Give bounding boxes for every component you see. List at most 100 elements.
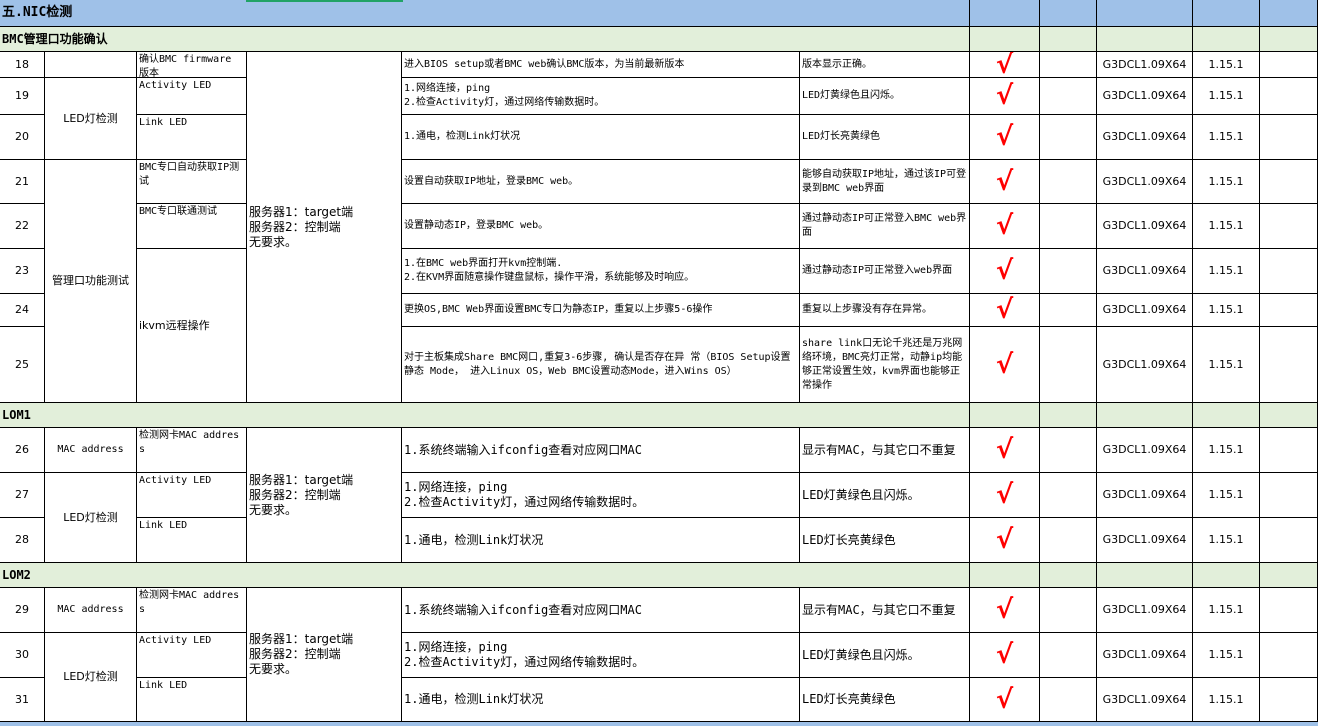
subsection-bmc-empty-col-8[interactable] [1097,27,1193,52]
bmc-row-25-firmware[interactable]: G3DCL1.09X64 [1097,327,1193,403]
lom1-row-28-item[interactable]: Link LED [137,518,247,563]
bmc-row-21-blank2[interactable] [1260,160,1318,204]
lom2-row-29-item[interactable]: 检测网卡MAC address [137,588,247,633]
bmc-row-23-firmware[interactable]: G3DCL1.09X64 [1097,249,1193,294]
lom1-group-mac[interactable]: MAC address [45,428,137,473]
bmc-row-19-version[interactable]: 1.15.1 [1193,78,1260,115]
lom1-row-28-result-pass[interactable]: √ [970,518,1040,563]
lom2-row-30-blank[interactable] [1040,633,1097,678]
bmc-row-20-steps[interactable]: 1.通电，检测Link灯状况 [402,115,800,160]
lom1-row-26-result-pass[interactable]: √ [970,428,1040,473]
bmc-row-22-steps[interactable]: 设置静动态IP，登录BMC web。 [402,204,800,249]
subsection-lom1-empty-col-8[interactable] [1097,403,1193,428]
subsection-bmc-empty-col-7[interactable] [1040,27,1097,52]
bmc-row-18-steps[interactable]: 进入BIOS setup或者BMC web确认BMC版本，为当前最新版本 [402,52,800,78]
bmc-row-20-result-pass[interactable]: √ [970,115,1040,160]
lom1-row-27-firmware[interactable]: G3DCL1.09X64 [1097,473,1193,518]
lom1-group-env[interactable]: 服务器1：target端 服务器2：控制端 无要求。 [247,428,402,563]
subsection-bmc-empty-col-6[interactable] [970,27,1040,52]
bmc-group-led[interactable]: LED灯检测 [45,78,137,160]
lom1-row-28-blank[interactable] [1040,518,1097,563]
bmc-row-24-blank[interactable] [1040,294,1097,327]
lom2-row-30-firmware[interactable]: G3DCL1.09X64 [1097,633,1193,678]
lom1-row-26-version[interactable]: 1.15.1 [1193,428,1260,473]
subsection-lom2-empty-col-6[interactable] [970,563,1040,588]
bmc-row-18-version[interactable]: 1.15.1 [1193,52,1260,78]
lom1-row-26-item[interactable]: 检测网卡MAC address [137,428,247,473]
lom1-row-26-blank2[interactable] [1260,428,1318,473]
bmc-row-22-expected[interactable]: 通过静动态IP可正常登入BMC web界面 [800,204,970,249]
bmc-row-21-no[interactable]: 21 [0,160,45,204]
lom2-group-mac[interactable]: MAC address [45,588,137,633]
bmc-row-19-blank2[interactable] [1260,78,1318,115]
bmc-row-23-steps[interactable]: 1.在BMC web界面打开kvm控制端. 2.在KVM界面随意操作键盘鼠标，操… [402,249,800,294]
subsection-lom1-empty-col-7[interactable] [1040,403,1097,428]
lom1-row-26-steps[interactable]: 1.系统终端输入ifconfig查看对应网口MAC [402,428,800,473]
lom1-row-26-no[interactable]: 26 [0,428,45,473]
subsection-lom2[interactable]: LOM2 [0,563,970,588]
section-header-empty-col-6[interactable] [970,0,1040,27]
lom1-row-28-blank2[interactable] [1260,518,1318,563]
bmc-row-20-blank[interactable] [1040,115,1097,160]
lom2-row-29-result-pass[interactable]: √ [970,588,1040,633]
bmc-row-18-no[interactable]: 18 [0,52,45,78]
lom2-row-30-version[interactable]: 1.15.1 [1193,633,1260,678]
bmc-row-18-expected[interactable]: 版本显示正确。 [800,52,970,78]
lom1-row-27-blank2[interactable] [1260,473,1318,518]
bmc-row-18-item[interactable]: 确认BMC firmware 版本 [137,52,247,78]
bmc-row-24-version[interactable]: 1.15.1 [1193,294,1260,327]
lom1-row-27-steps[interactable]: 1.网络连接，ping 2.检查Activity灯，通过网络传输数据时。 [402,473,800,518]
subsection-lom1-empty-col-10[interactable] [1260,403,1318,428]
lom2-row-31-no[interactable]: 31 [0,678,45,722]
bmc-row-21-result-pass[interactable]: √ [970,160,1040,204]
bmc-row-25-expected[interactable]: share link口无论千兆还是万兆网络环境，BMC亮灯正常，动静ip均能够正… [800,327,970,403]
bmc-row-18-blank2[interactable] [1260,52,1318,78]
bmc-row-22-version[interactable]: 1.15.1 [1193,204,1260,249]
lom2-row-29-blank[interactable] [1040,588,1097,633]
bmc-row-21-steps[interactable]: 设置自动获取IP地址，登录BMC web。 [402,160,800,204]
bmc-row-21-item[interactable]: BMC专口自动获取IP测试 [137,160,247,204]
subsection-lom2-empty-col-10[interactable] [1260,563,1318,588]
subsection-lom2-empty-col-7[interactable] [1040,563,1097,588]
lom2-row-30-steps[interactable]: 1.网络连接，ping 2.检查Activity灯，通过网络传输数据时。 [402,633,800,678]
bmc-row-21-version[interactable]: 1.15.1 [1193,160,1260,204]
bmc-group-ikvm[interactable]: ikvm远程操作 [137,249,247,403]
bmc-row-19-no[interactable]: 19 [0,78,45,115]
bmc-row-22-item[interactable]: BMC专口联通测试 [137,204,247,249]
bmc-row-23-expected[interactable]: 通过静动态IP可正常登入web界面 [800,249,970,294]
bmc-row-23-version[interactable]: 1.15.1 [1193,249,1260,294]
bmc-row-23-no[interactable]: 23 [0,249,45,294]
lom1-row-27-no[interactable]: 27 [0,473,45,518]
bmc-row-24-steps[interactable]: 更换OS,BMC Web界面设置BMC专口为静态IP，重复以上步骤5-6操作 [402,294,800,327]
bmc-row-25-result-pass[interactable]: √ [970,327,1040,403]
bmc-row-23-blank2[interactable] [1260,249,1318,294]
bmc-row-22-no[interactable]: 22 [0,204,45,249]
bmc-row-18-firmware[interactable]: G3DCL1.09X64 [1097,52,1193,78]
bmc-row-18-blank[interactable] [1040,52,1097,78]
lom1-row-27-expected[interactable]: LED灯黄绿色且闪烁。 [800,473,970,518]
lom2-row-29-no[interactable]: 29 [0,588,45,633]
bmc-row-20-firmware[interactable]: G3DCL1.09X64 [1097,115,1193,160]
lom2-row-29-blank2[interactable] [1260,588,1318,633]
lom2-group-led[interactable]: LED灯检测 [45,633,137,722]
lom1-row-27-item[interactable]: Activity LED [137,473,247,518]
section-header-empty-col-7[interactable] [1040,0,1097,27]
lom2-row-29-firmware[interactable]: G3DCL1.09X64 [1097,588,1193,633]
bmc-row-22-result-pass[interactable]: √ [970,204,1040,249]
bmc-row-20-blank2[interactable] [1260,115,1318,160]
bmc-group-mgmt[interactable]: 管理口功能测试 [45,160,137,403]
lom1-row-28-steps[interactable]: 1.通电，检测Link灯状况 [402,518,800,563]
bmc-group-blank[interactable] [45,52,137,78]
section-header[interactable]: 五.NIC检测 [0,0,970,27]
bmc-row-21-blank[interactable] [1040,160,1097,204]
lom1-group-led[interactable]: LED灯检测 [45,473,137,563]
lom2-row-31-version[interactable]: 1.15.1 [1193,678,1260,722]
subsection-lom2-empty-col-9[interactable] [1193,563,1260,588]
lom2-row-30-blank2[interactable] [1260,633,1318,678]
lom1-row-26-firmware[interactable]: G3DCL1.09X64 [1097,428,1193,473]
subsection-lom2-empty-col-8[interactable] [1097,563,1193,588]
lom2-row-31-expected[interactable]: LED灯长亮黄绿色 [800,678,970,722]
lom1-row-26-blank[interactable] [1040,428,1097,473]
bmc-row-20-version[interactable]: 1.15.1 [1193,115,1260,160]
bmc-row-20-no[interactable]: 20 [0,115,45,160]
